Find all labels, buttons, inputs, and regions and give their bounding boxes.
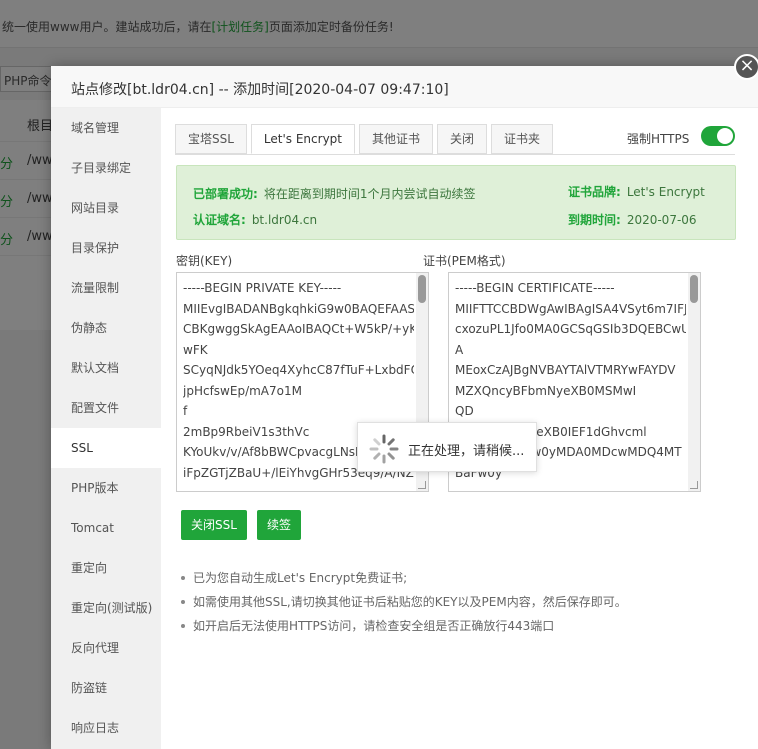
key-label: 密钥(KEY) (176, 254, 233, 268)
list-item: 如开启后无法使用HTTPS访问，请检查安全组是否正确放行443端口 (181, 614, 741, 638)
scroll-thumb[interactable] (690, 275, 698, 303)
cert-brand: 证书品牌: Let's Encrypt (568, 185, 705, 199)
sidebar-item-traffic-limit[interactable]: 流量限制 (51, 268, 161, 308)
toggle-knob (717, 128, 733, 144)
sidebar-item-reverse-proxy[interactable]: 反向代理 (51, 628, 161, 668)
tab-close[interactable]: 关闭 (437, 124, 488, 154)
tab-lets-encrypt[interactable]: Let's Encrypt (250, 124, 355, 154)
ssl-tabs: 宝塔SSL Let's Encrypt 其他证书 关闭 证书夹 (175, 124, 557, 156)
close-ssl-button[interactable]: 关闭SSL (181, 510, 247, 540)
sidebar-item-config-file[interactable]: 配置文件 (51, 388, 161, 428)
force-https-label: 强制HTTPS (627, 132, 690, 146)
close-icon[interactable]: × (734, 54, 758, 80)
sidebar-item-default-doc[interactable]: 默认文档 (51, 348, 161, 388)
resize-handle-icon[interactable] (690, 481, 698, 489)
renew-button[interactable]: 续签 (257, 510, 302, 540)
expire-date: 到期时间: 2020-07-06 (568, 213, 697, 227)
sidebar-item-domain[interactable]: 域名管理 (51, 108, 161, 148)
sidebar-item-site-directory[interactable]: 网站目录 (51, 188, 161, 228)
tab-other-cert[interactable]: 其他证书 (359, 124, 434, 154)
sidebar-item-directory-protect[interactable]: 目录保护 (51, 228, 161, 268)
list-item: 如需使用其他SSL,请切换其他证书后粘贴您的KEY以及PEM内容，然后保存即可。 (181, 590, 741, 614)
force-https-toggle[interactable] (701, 126, 735, 146)
ssl-status-box: 已部署成功: 将在距离到期时间1个月内尝试自动续签 认证域名: bt.ldr04.c… (176, 165, 736, 240)
loading-spinner-icon (369, 434, 399, 464)
modal-sidebar: 域名管理 子目录绑定 网站目录 目录保护 流量限制 伪静态 默认文档 配置文件 … (51, 108, 161, 749)
sidebar-item-php-version[interactable]: PHP版本 (51, 468, 161, 508)
sidebar-item-subdirectory[interactable]: 子目录绑定 (51, 148, 161, 188)
tab-cert-folder[interactable]: 证书夹 (491, 124, 554, 154)
ssl-panel: 宝塔SSL Let's Encrypt 其他证书 关闭 证书夹 强制HTTPS … (161, 108, 758, 749)
sidebar-item-rewrite[interactable]: 伪静态 (51, 308, 161, 348)
loading-text: 正在处理，请稍候... (408, 444, 525, 459)
scroll-thumb[interactable] (418, 275, 426, 303)
cert-scrollbar[interactable] (688, 273, 700, 491)
cert-label: 证书(PEM格式) (423, 254, 506, 268)
ssl-tips: 已为您自动生成Let's Encrypt免费证书; 如需使用其他SSL,请切换其… (181, 566, 741, 638)
sidebar-item-tomcat[interactable]: Tomcat (51, 508, 161, 548)
sidebar-item-response-log[interactable]: 响应日志 (51, 708, 161, 748)
list-item: 已为您自动生成Let's Encrypt免费证书; (181, 566, 741, 590)
sidebar-item-redirect[interactable]: 重定向 (51, 548, 161, 588)
loading-popup: 正在处理，请稍候... (357, 422, 537, 472)
resize-handle-icon[interactable] (418, 481, 426, 489)
auth-domain: 认证域名: bt.ldr04.cn (193, 213, 318, 227)
sidebar-item-ssl[interactable]: SSL (51, 428, 161, 468)
modal-title: 站点修改[bt.ldr04.cn] -- 添加时间[2020-04-07 09:… (51, 66, 758, 108)
sidebar-item-redirect-beta[interactable]: 重定向(测试版) (51, 588, 161, 628)
sidebar-item-hotlink[interactable]: 防盗链 (51, 668, 161, 708)
tab-bt-ssl[interactable]: 宝塔SSL (175, 124, 247, 154)
deployed-status: 已部署成功: 将在距离到期时间1个月内尝试自动续签 (193, 187, 476, 201)
site-edit-modal: 站点修改[bt.ldr04.cn] -- 添加时间[2020-04-07 09:… (51, 66, 758, 749)
